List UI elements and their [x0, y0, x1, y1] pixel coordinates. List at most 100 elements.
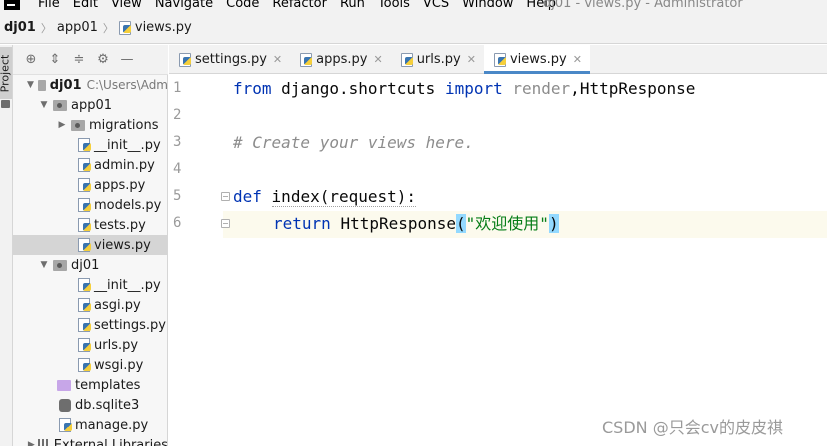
templates-folder-icon: [57, 379, 71, 391]
line-number: 3: [173, 134, 182, 150]
tree-item-file[interactable]: models.py: [13, 195, 167, 215]
gear-icon[interactable]: ⚙: [95, 52, 111, 68]
menu-file[interactable]: File: [38, 0, 60, 12]
tree-item-file[interactable]: tests.py: [13, 215, 167, 235]
project-toolbar: ⊕ ⇕ ≑ ⚙ —: [13, 45, 168, 75]
line-number: 6: [173, 215, 182, 231]
chevron-right-icon[interactable]: ▶: [27, 440, 36, 446]
python-file-icon: [300, 52, 313, 67]
tree-item-file[interactable]: apps.py: [13, 175, 167, 195]
fold-toggle-icon[interactable]: [221, 219, 230, 228]
breadcrumb-project[interactable]: dj01: [4, 20, 36, 35]
breadcrumb-file-item[interactable]: views.py: [118, 20, 192, 35]
tree-item-app01[interactable]: ▼ app01: [13, 95, 167, 115]
tree-item-file[interactable]: asgi.py: [13, 295, 167, 315]
tree-label: asgi.py: [94, 297, 141, 313]
python-file-icon: [78, 138, 92, 152]
chevron-right-icon[interactable]: ▶: [57, 120, 67, 130]
tree-item-file[interactable]: __init__.py: [13, 135, 167, 155]
code-bracket-close: ): [548, 214, 559, 233]
tree-item-migrations[interactable]: ▶ migrations: [13, 115, 167, 135]
code-keyword: return: [273, 214, 331, 233]
menu-view[interactable]: View: [111, 0, 142, 12]
collapse-all-icon[interactable]: ≑: [71, 52, 87, 68]
chevron-down-icon[interactable]: ▼: [39, 100, 49, 110]
close-icon[interactable]: ✕: [573, 53, 582, 66]
python-file-icon: [78, 238, 92, 252]
code-bracket-open: (: [456, 214, 466, 233]
editor-tab-bar: settings.py ✕ apps.py ✕ urls.py ✕ views.…: [169, 45, 827, 74]
code-line-5: def index(request):: [233, 187, 417, 207]
menu-bar: File Edit View Navigate Code Refactor Ru…: [0, 0, 827, 12]
folder-icon: [37, 79, 46, 91]
tab-urls-py[interactable]: urls.py ✕: [391, 45, 484, 73]
tree-label: settings.py: [94, 317, 166, 333]
hide-panel-icon[interactable]: —: [119, 52, 135, 68]
python-file-icon: [118, 21, 132, 35]
code-comma: ,: [570, 79, 580, 98]
breadcrumb-separator-icon: 〉: [102, 21, 114, 35]
tree-item-file[interactable]: settings.py: [13, 315, 167, 335]
menu-tools[interactable]: Tools: [378, 0, 410, 12]
menu-edit[interactable]: Edit: [73, 0, 98, 12]
python-file-icon: [493, 52, 507, 67]
code-module: django.shortcuts: [281, 79, 436, 98]
python-file-icon: [59, 418, 73, 432]
menu-code[interactable]: Code: [226, 0, 259, 12]
project-tree: ▼ dj01 C:\Users\Adm ▼ app01 ▶ migrations…: [13, 75, 168, 446]
menu-window[interactable]: Window: [462, 0, 513, 12]
code-keyword: import: [444, 79, 503, 98]
tree-item-db[interactable]: db.sqlite3: [13, 395, 167, 415]
tab-label: settings.py: [195, 51, 267, 67]
project-tool-window-tab[interactable]: Project: [0, 47, 12, 99]
menu-refactor[interactable]: Refactor: [272, 0, 327, 12]
python-file-icon: [78, 218, 92, 232]
tab-settings-py[interactable]: settings.py ✕: [169, 45, 290, 73]
library-icon: [37, 439, 50, 446]
tree-item-file[interactable]: admin.py: [13, 155, 167, 175]
tree-item-external-libraries[interactable]: ▶ External Libraries: [13, 435, 167, 446]
breadcrumb-folder[interactable]: app01: [57, 20, 98, 35]
tree-label: tests.py: [94, 217, 146, 233]
tab-label: apps.py: [316, 51, 368, 67]
tree-label: app01: [71, 97, 113, 113]
tree-item-file-selected[interactable]: views.py: [13, 235, 167, 255]
tab-label: views.py: [509, 51, 567, 67]
chevron-down-icon[interactable]: ▼: [27, 80, 34, 90]
tree-item-dj01-package[interactable]: ▼ dj01: [13, 255, 167, 275]
watermark: CSDN @只会cv的皮皮祺: [602, 418, 783, 437]
code-function-signature: index(request):: [271, 187, 417, 207]
tree-item-manage[interactable]: manage.py: [13, 415, 167, 435]
tree-item-file[interactable]: urls.py: [13, 335, 167, 355]
close-icon[interactable]: ✕: [273, 53, 282, 66]
python-file-icon: [78, 358, 92, 372]
menu-run[interactable]: Run: [340, 0, 365, 12]
menu-navigate[interactable]: Navigate: [155, 0, 213, 12]
chevron-down-icon[interactable]: ▼: [39, 260, 49, 270]
project-tab-label: Project: [0, 54, 12, 93]
expand-all-icon[interactable]: ⇕: [47, 52, 63, 68]
tab-apps-py[interactable]: apps.py ✕: [290, 45, 391, 73]
python-file-icon: [179, 52, 192, 67]
tree-item-file[interactable]: wsgi.py: [13, 355, 167, 375]
code-editor[interactable]: 1 2 3 4 5 6 from django.shortcuts import…: [169, 75, 827, 446]
tree-label: manage.py: [75, 417, 149, 433]
fold-toggle-icon[interactable]: [221, 192, 230, 201]
breadcrumb-separator-icon: 〉: [40, 21, 52, 35]
close-icon[interactable]: ✕: [467, 53, 476, 66]
tree-item-dj01-root[interactable]: ▼ dj01 C:\Users\Adm: [13, 75, 167, 95]
locate-file-icon[interactable]: ⊕: [23, 52, 39, 68]
code-import-name: HttpResponse: [579, 79, 696, 98]
python-file-icon: [78, 278, 92, 292]
close-icon[interactable]: ✕: [373, 53, 382, 66]
tree-item-templates[interactable]: templates: [13, 375, 167, 395]
package-folder-icon: [53, 259, 67, 271]
breadcrumb: dj01 〉 app01 〉 views.py: [0, 12, 827, 44]
database-file-icon: [59, 398, 71, 412]
tree-item-file[interactable]: __init__.py: [13, 275, 167, 295]
line-number: 5: [173, 188, 182, 204]
structure-tool-icon[interactable]: [1, 100, 10, 108]
tab-views-py[interactable]: views.py ✕: [483, 45, 590, 74]
menu-vcs[interactable]: VCS: [423, 0, 449, 12]
tree-label: db.sqlite3: [75, 397, 140, 413]
